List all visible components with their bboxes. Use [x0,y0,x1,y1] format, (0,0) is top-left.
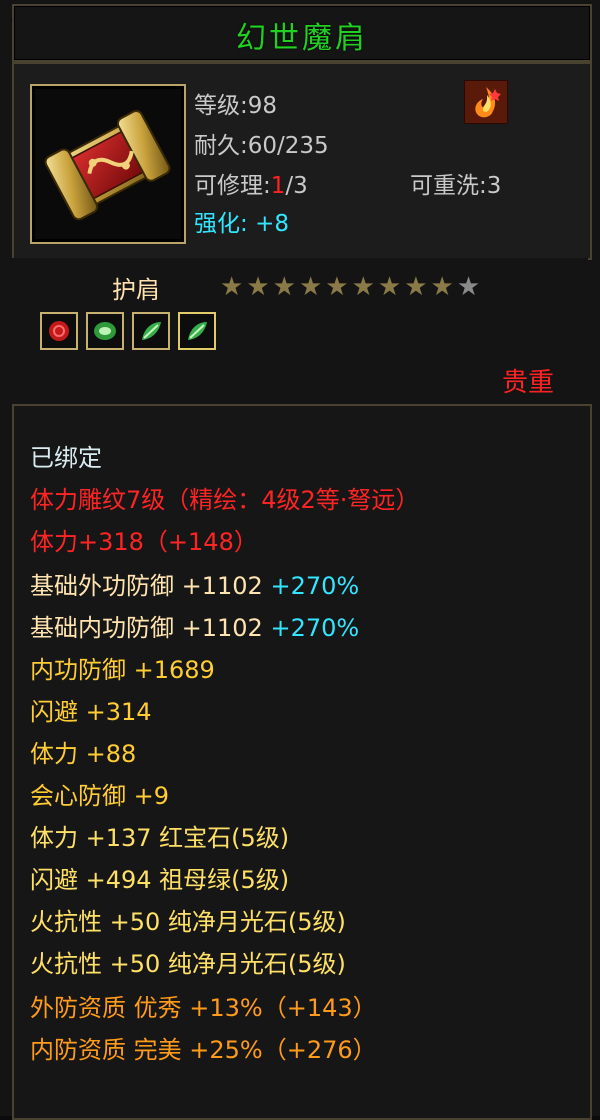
stat-line: 内功防御 +1689 [30,656,215,684]
fire-element-icon [464,80,508,124]
star-icon: ★ [430,272,454,302]
green-gem-icon [86,312,124,350]
stat-line: 外防资质 优秀 +13%（+143） [30,994,377,1022]
level-text: 等级:98 [194,93,278,119]
stat-line: 会心防御 +9 [30,782,170,810]
stat-line: 闪避 +494 祖母绿(5级) [30,866,290,894]
item-icon [30,84,186,244]
green-leaf-gem-icon [178,312,216,350]
stat-line: 基础外功防御 +1102 +270% [30,566,359,601]
star-rating: ★ ★ ★ ★ ★ ★ ★ ★ ★ ★ [220,272,480,302]
tooltip-frame: 幻世魔肩 等级:98 耐久:60/235 可修理:1/3 可重洗:3 强化: +… [0,0,600,1120]
stat-line: 闪避 +314 [30,698,152,726]
slot-label: 护肩 [112,276,160,304]
star-empty-icon: ★ [456,272,481,302]
stat-text: 基础内功防御 +1102 [30,614,263,642]
rarity-label: 贵重 [501,368,554,398]
stat-bonus: +270% [270,572,360,600]
stat-line: 内防资质 完美 +25%（+276） [30,1036,377,1064]
stat-line: 体力雕纹7级（精绘：4级2等·弩远） [30,486,420,514]
repair-max: /3 [285,173,308,199]
stat-bonus: +270% [270,614,360,642]
stat-line: 已绑定 [30,444,102,472]
slot-panel: 护肩 ★ ★ ★ ★ ★ ★ ★ ★ ★ ★ 贵重 [12,258,588,398]
stat-line: 体力+318（+148） [30,528,258,556]
enhance-label: 强化: [194,211,248,237]
star-icon: ★ [351,272,375,302]
title-bar: 幻世魔肩 [12,4,592,62]
repair-current: 1 [270,173,286,199]
repair-label: 可修理: [194,173,271,199]
star-icon: ★ [246,272,270,302]
red-gem-icon [40,312,78,350]
item-name: 幻世魔肩 [236,21,368,56]
stat-line: 火抗性 +50 纯净月光石(5级) [30,950,346,978]
stat-line: 基础内功防御 +1102 +270% [30,608,359,643]
star-icon: ★ [220,272,244,302]
stats-panel: 已绑定 体力雕纹7级（精绘：4级2等·弩远） 体力+318（+148） 基础外功… [12,404,592,1120]
stat-line: 体力 +137 红宝石(5级) [30,824,290,852]
star-icon: ★ [272,272,296,302]
stat-text: 基础外功防御 +1102 [30,572,263,600]
durability-text: 耐久:60/235 [194,133,329,159]
enhance-text: 强化: +8 [194,204,289,238]
stat-line: 体力 +88 [30,740,137,768]
star-icon: ★ [325,272,349,302]
stat-line: 火抗性 +50 纯净月光石(5级) [30,908,346,936]
star-icon: ★ [377,272,402,302]
green-leaf-gem-icon [132,312,170,350]
item-header: 等级:98 耐久:60/235 可修理:1/3 可重洗:3 强化: +8 [12,62,592,260]
star-icon: ★ [298,272,323,302]
enhance-value: +8 [255,211,289,237]
shoulder-armor-icon [44,109,171,221]
star-icon: ★ [404,272,428,302]
rewash-text: 可重洗:3 [410,173,502,199]
repair-text: 可修理:1/3 [194,166,308,200]
